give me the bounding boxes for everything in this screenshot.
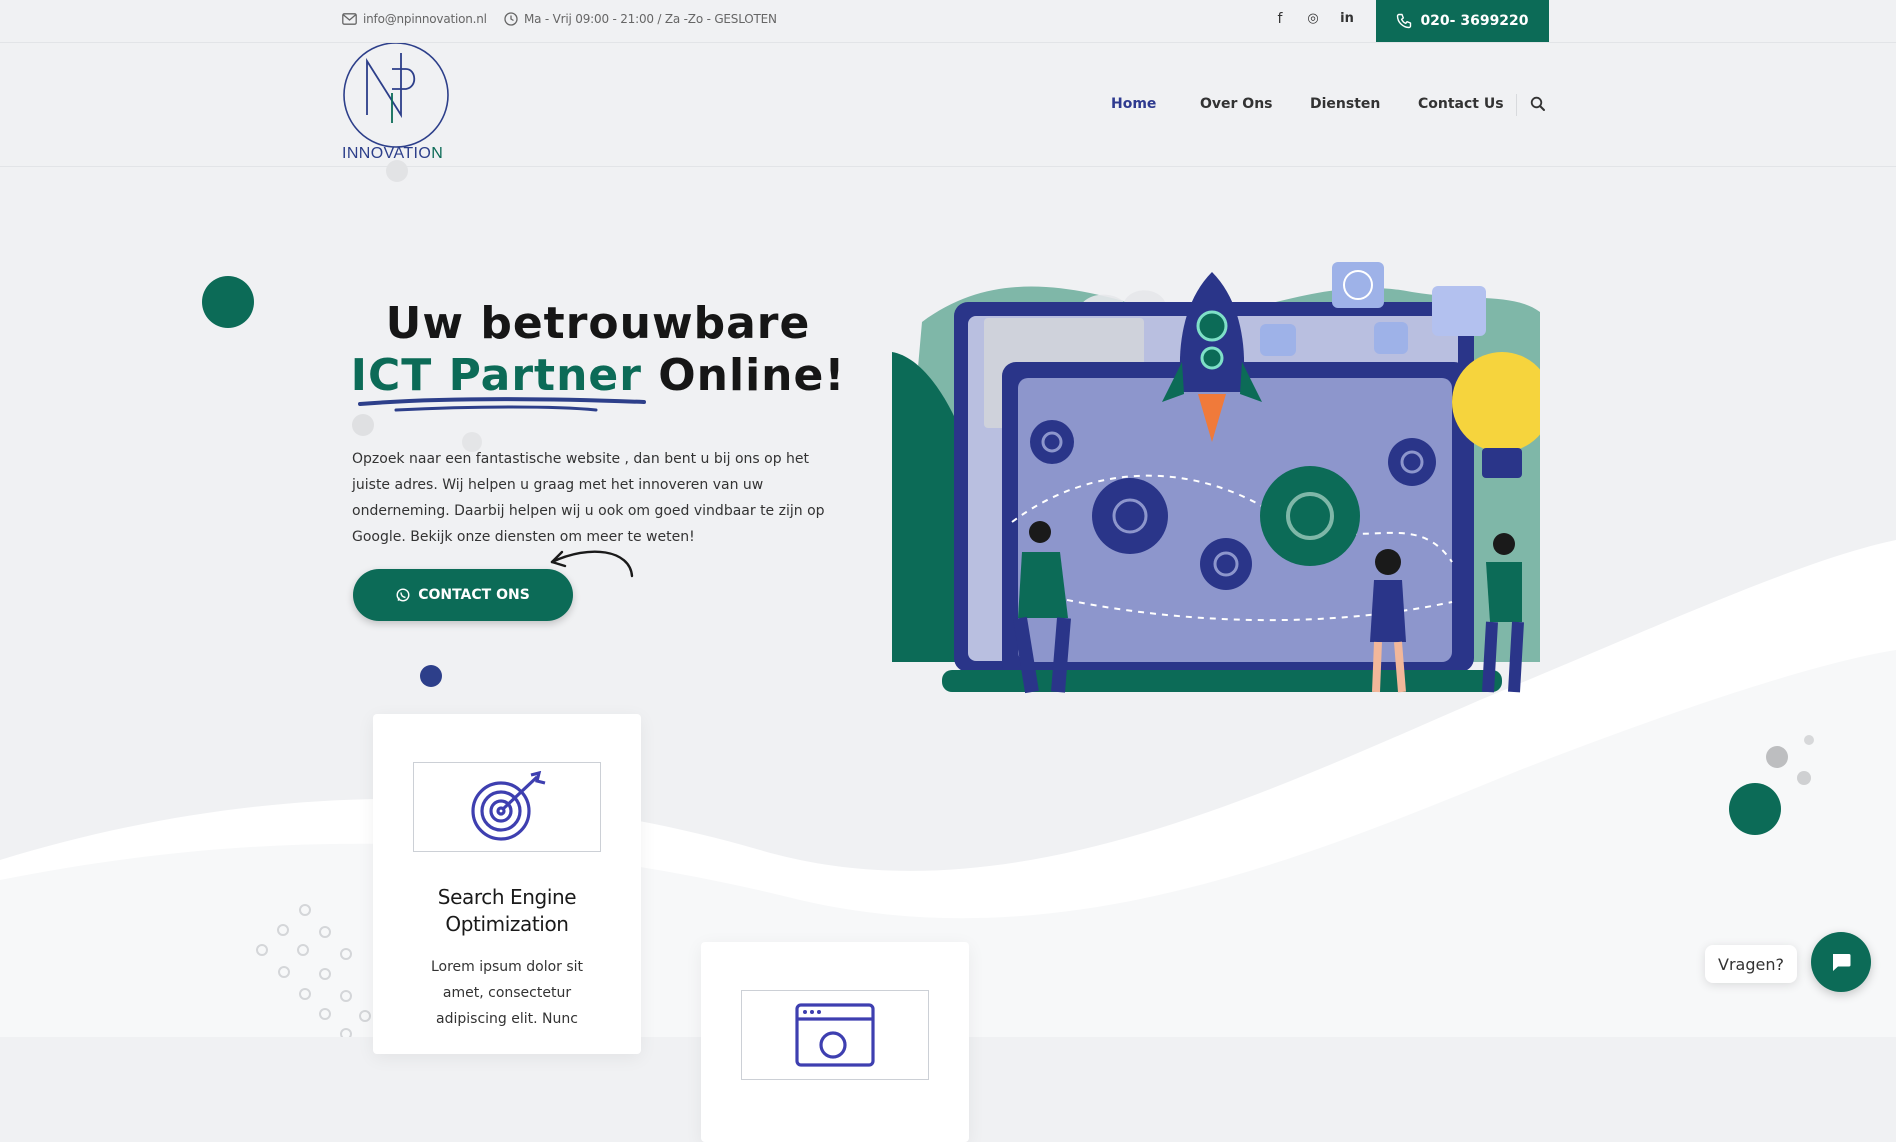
feature-title: Search Engine Optimization: [437, 885, 577, 936]
phone-icon: [1397, 13, 1412, 29]
email-text: info@npinnovation.nl: [363, 11, 487, 26]
nav-home[interactable]: Home: [1111, 96, 1156, 112]
feature-card-web[interactable]: [701, 942, 969, 1142]
deco-dot-grey: [1804, 735, 1814, 745]
site-header: INNOVATION: [0, 43, 1896, 167]
facebook-icon[interactable]: f: [1270, 11, 1290, 27]
deco-dot-pattern: [256, 904, 371, 1037]
nav-diensten[interactable]: Diensten: [1310, 96, 1380, 112]
mail-icon: [342, 12, 357, 25]
hours-text: Ma - Vrij 09:00 - 21:00 / Za -Zo - GESLO…: [524, 11, 777, 26]
email-link[interactable]: info@npinnovation.nl: [342, 0, 487, 37]
feature-text: Lorem ipsum dolor sit amet, consectetur …: [430, 959, 584, 1027]
chat-open-button[interactable]: [1811, 932, 1871, 992]
nav-over-ons[interactable]: Over Ons: [1200, 96, 1273, 112]
chat-icon: [1833, 954, 1851, 971]
logo-text-main: INNOVATIO: [342, 145, 432, 162]
instagram-icon[interactable]: ◎: [1303, 11, 1323, 26]
hero-title-rest: Online!: [641, 350, 846, 401]
deco-dot-grey: [352, 414, 374, 436]
feature-icon-box: [413, 762, 601, 852]
hero-illustration: [892, 262, 1540, 694]
hero-title: Uw betrouwbare ICT Partner Online!: [348, 298, 848, 402]
nav-divider: [1516, 94, 1517, 116]
top-bar: info@npinnovation.nl Ma - Vrij 09:00 - 2…: [0, 0, 1896, 43]
deco-dot-grey: [386, 160, 408, 182]
curved-arrow-icon: [550, 550, 634, 578]
deco-dot-grey: [1766, 746, 1788, 768]
target-icon: [471, 771, 546, 841]
opening-hours: Ma - Vrij 09:00 - 21:00 / Za -Zo - GESLO…: [504, 0, 777, 37]
linkedin-icon[interactable]: in: [1337, 11, 1357, 26]
logo-text-last: N: [431, 145, 444, 162]
phone-button[interactable]: 020- 3699220: [1376, 0, 1549, 42]
phone-number: 020- 3699220: [1420, 13, 1529, 29]
feature-icon-box: [741, 990, 929, 1080]
deco-dot-navy: [420, 665, 442, 687]
feature-card-seo[interactable]: Search Engine Optimization Lorem ipsum d…: [373, 714, 641, 1054]
chat-prompt[interactable]: Vragen?: [1705, 945, 1797, 983]
clock-icon: [504, 11, 518, 26]
deco-dot-grey: [1797, 771, 1811, 785]
hero-description: Opzoek naar een fantastische website , d…: [352, 451, 825, 545]
chat-prompt-label: Vragen?: [1718, 954, 1784, 974]
title-underline-swash: [358, 397, 646, 412]
contact-ons-label: CONTACT ONS: [418, 587, 530, 603]
deco-dot-green-left: [202, 276, 254, 328]
whatsapp-icon: [396, 588, 410, 602]
hero-title-line1: Uw betrouwbare: [385, 298, 811, 349]
browser-window-icon: [795, 1003, 875, 1067]
nav-contact-us[interactable]: Contact Us: [1418, 96, 1504, 112]
search-icon[interactable]: [1530, 96, 1546, 112]
deco-dot-green-right: [1729, 783, 1781, 835]
